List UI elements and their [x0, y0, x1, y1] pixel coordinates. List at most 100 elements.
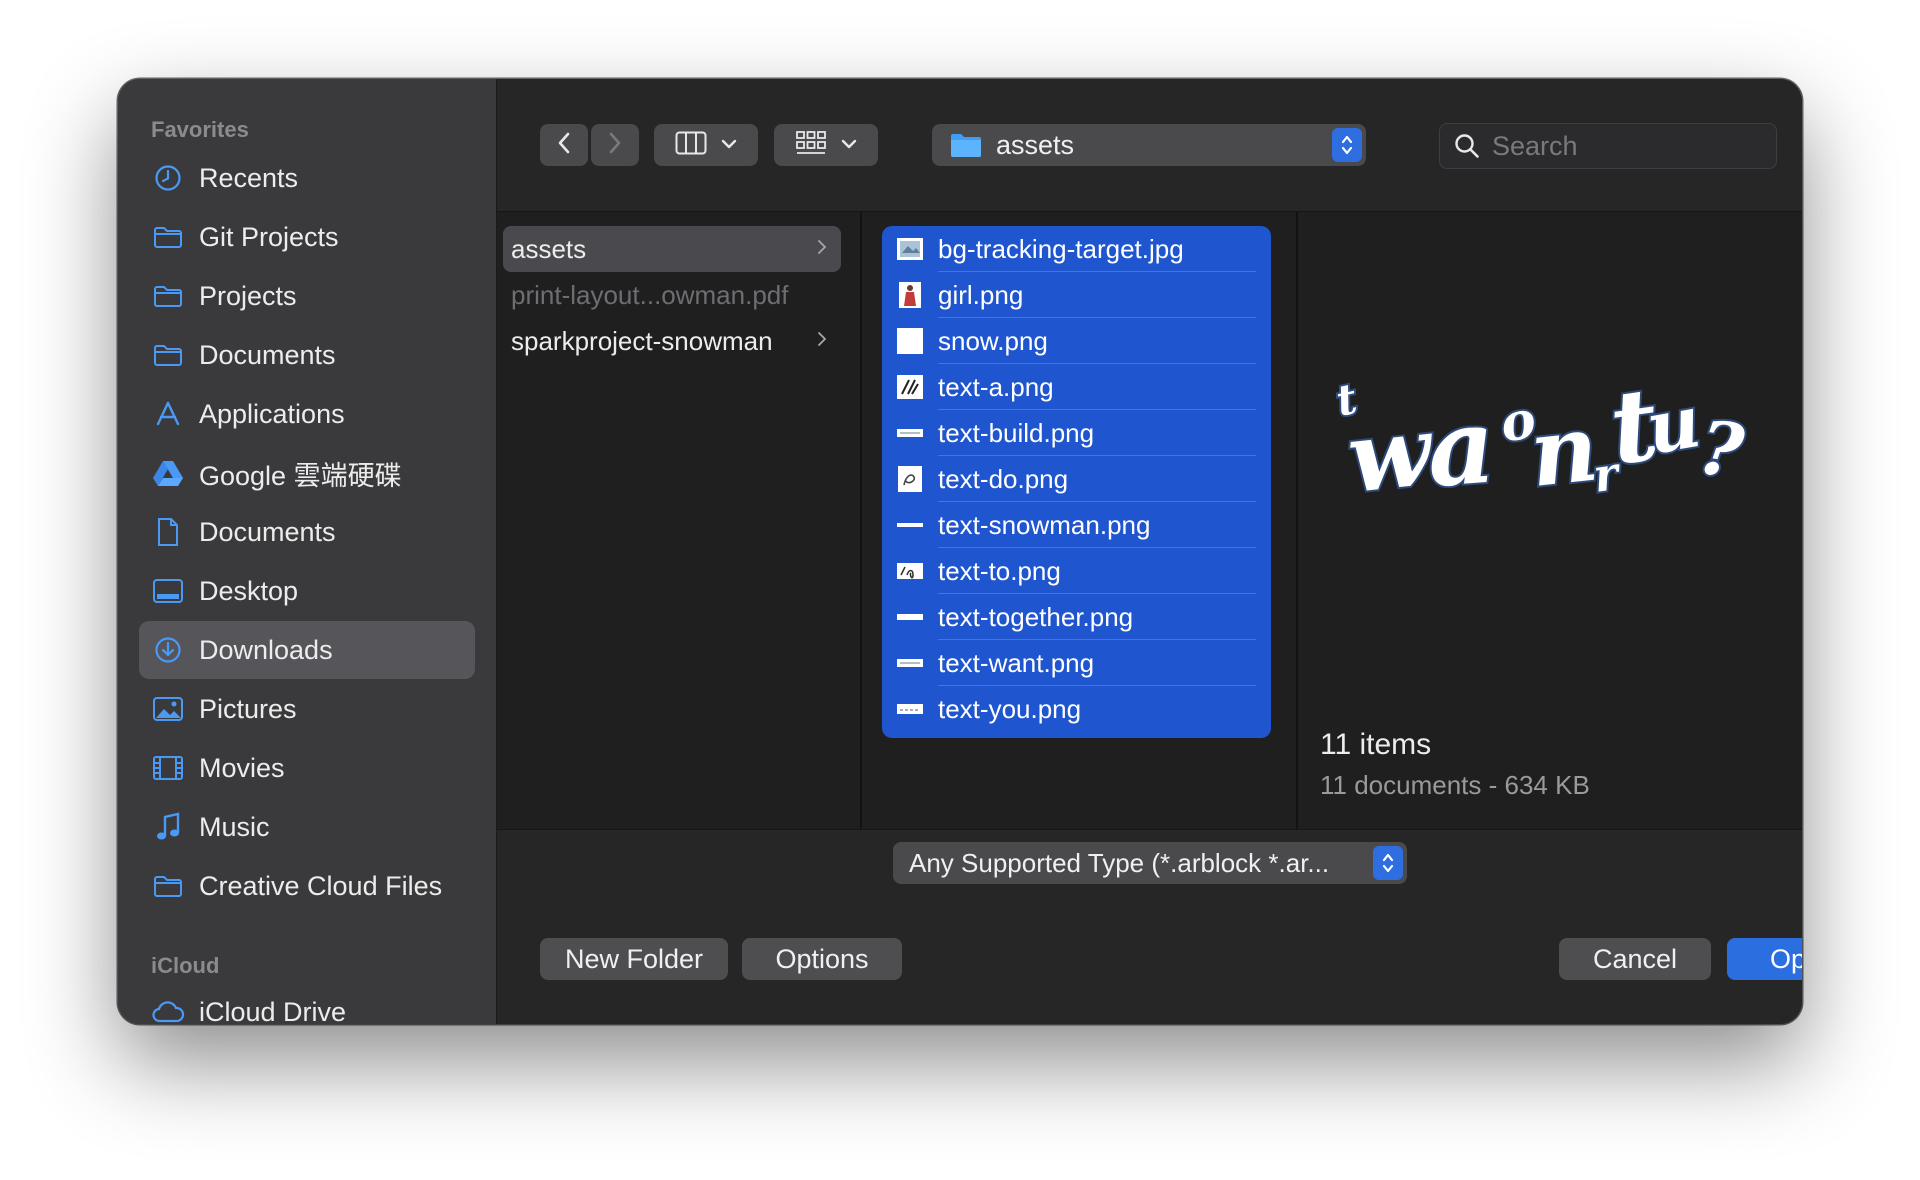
- column-item-assets[interactable]: assets: [503, 226, 841, 272]
- sidebar-item-label: Music: [199, 811, 270, 842]
- folder-icon: [151, 279, 185, 313]
- sidebar-item-label: Creative Cloud Files: [199, 870, 443, 901]
- file-row[interactable]: girl.png: [894, 272, 1260, 318]
- grid-icon: [795, 130, 827, 161]
- file-row[interactable]: text-do.png: [894, 456, 1260, 502]
- sidebar: Favorites Recents Git Projects Projects …: [118, 79, 497, 1024]
- document-icon: [151, 515, 185, 549]
- folder-icon: [151, 220, 185, 254]
- file-row[interactable]: text-want.png: [894, 640, 1260, 686]
- options-button[interactable]: Options: [742, 938, 902, 980]
- sidebar-item-label: Recents: [199, 162, 299, 193]
- search-icon: [1454, 133, 1480, 159]
- file-row[interactable]: text-you.png: [894, 686, 1260, 732]
- preview-image: t w a o n r t u ?: [1334, 362, 1751, 514]
- image-thumbnail-icon: [896, 235, 924, 263]
- google-drive-icon: [151, 456, 185, 490]
- sidebar-item-documents-file[interactable]: Documents: [139, 503, 475, 561]
- column-item-sparkproject-snowman[interactable]: sparkproject-snowman: [503, 318, 841, 364]
- file-browser: assets print-layout...owman.pdf sparkpro…: [497, 212, 1802, 829]
- sidebar-item-music[interactable]: Music: [139, 798, 475, 856]
- svg-text:a: a: [1423, 384, 1499, 511]
- column-item-label: print-layout...owman.pdf: [511, 279, 789, 310]
- new-folder-button[interactable]: New Folder: [540, 938, 728, 980]
- column-item-label: assets: [511, 233, 587, 264]
- sidebar-item-desktop[interactable]: Desktop: [139, 562, 475, 620]
- sidebar-item-google-drive[interactable]: Google 雲端硬碟: [139, 444, 475, 502]
- file-type-label: Any Supported Type (*.arblock *.ar...: [909, 847, 1330, 878]
- file-label: text-build.png: [938, 417, 1095, 448]
- path-popup[interactable]: assets: [932, 124, 1366, 166]
- folder-icon: [151, 338, 185, 372]
- preview-item-count: 11 items: [1320, 728, 1432, 761]
- sidebar-item-label: Applications: [199, 398, 345, 429]
- sidebar-item-downloads[interactable]: Downloads: [139, 621, 475, 679]
- column-files: bg-tracking-target.jpg girl.png snow.png: [862, 212, 1298, 829]
- sidebar-item-pictures[interactable]: Pictures: [139, 680, 475, 738]
- sidebar-item-label: Documents: [199, 339, 336, 370]
- cloud-icon: [151, 995, 185, 1024]
- sidebar-section-icloud: iCloud: [151, 953, 220, 978]
- sidebar-item-icloud-drive[interactable]: iCloud Drive: [139, 983, 475, 1024]
- sidebar-item-creative-cloud-files[interactable]: Creative Cloud Files: [139, 857, 475, 915]
- image-thumbnail-icon: [896, 465, 924, 493]
- bottom-bar: New Folder Options Cancel Open: [497, 900, 1802, 1024]
- sidebar-item-projects[interactable]: Projects: [139, 267, 475, 325]
- sidebar-item-documents[interactable]: Documents: [139, 326, 475, 384]
- sidebar-section-favorites: Favorites: [151, 117, 249, 142]
- image-thumbnail-icon: [896, 603, 924, 631]
- image-thumbnail-icon: [896, 373, 924, 401]
- column-item-label: sparkproject-snowman: [511, 325, 773, 356]
- sidebar-item-applications[interactable]: Applications: [139, 385, 475, 443]
- view-mode-button[interactable]: [654, 124, 758, 166]
- file-label: text-snowman.png: [938, 509, 1151, 540]
- clock-icon: [151, 161, 185, 195]
- file-label: text-to.png: [938, 555, 1061, 586]
- file-row[interactable]: text-snowman.png: [894, 502, 1260, 548]
- file-label: girl.png: [938, 279, 1024, 310]
- file-type-popup[interactable]: Any Supported Type (*.arblock *.ar...: [893, 842, 1407, 884]
- group-by-button[interactable]: [774, 124, 878, 166]
- preview-pane: t w a o n r t u ? 11 items 11 documents …: [1298, 212, 1802, 829]
- sidebar-item-label: Documents: [199, 516, 336, 547]
- file-row[interactable]: text-build.png: [894, 410, 1260, 456]
- preview-detail: 11 documents - 634 KB: [1320, 770, 1590, 800]
- column-item-print-layout-pdf[interactable]: print-layout...owman.pdf: [503, 272, 841, 318]
- sidebar-item-label: Movies: [199, 752, 285, 783]
- file-label: text-want.png: [938, 647, 1095, 678]
- back-button[interactable]: [540, 124, 588, 166]
- sidebar-item-movies[interactable]: Movies: [139, 739, 475, 797]
- toolbar: assets: [497, 79, 1802, 212]
- sidebar-item-label: iCloud Drive: [199, 996, 347, 1025]
- cancel-button[interactable]: Cancel: [1559, 938, 1711, 980]
- file-row[interactable]: text-together.png: [894, 594, 1260, 640]
- sidebar-item-recents[interactable]: Recents: [139, 149, 475, 207]
- file-row[interactable]: text-a.png: [894, 364, 1260, 410]
- file-label: text-you.png: [938, 693, 1082, 724]
- sidebar-item-git-projects[interactable]: Git Projects: [139, 208, 475, 266]
- file-row[interactable]: bg-tracking-target.jpg: [894, 226, 1260, 272]
- open-button[interactable]: Open: [1727, 938, 1802, 980]
- column-parent: assets print-layout...owman.pdf sparkpro…: [497, 212, 862, 829]
- forward-button[interactable]: [591, 124, 639, 166]
- image-thumbnail-icon: [896, 649, 924, 677]
- chevron-down-icon: [721, 136, 737, 154]
- selection-highlight: bg-tracking-target.jpg girl.png snow.png: [882, 226, 1271, 738]
- path-label: assets: [996, 129, 1075, 160]
- image-thumbnail-icon: [896, 419, 924, 447]
- columns-view-icon: [675, 131, 707, 160]
- svg-text:?: ?: [1693, 405, 1749, 496]
- search-field[interactable]: [1439, 123, 1777, 169]
- image-thumbnail-icon: [896, 557, 924, 585]
- sidebar-item-label: Pictures: [199, 693, 297, 724]
- folder-icon: [950, 132, 982, 158]
- search-input[interactable]: [1490, 129, 1754, 163]
- download-icon: [151, 633, 185, 667]
- music-note-icon: [151, 810, 185, 844]
- applications-icon: [151, 397, 185, 431]
- image-thumbnail-icon: [896, 695, 924, 723]
- file-label: text-together.png: [938, 601, 1134, 632]
- file-row[interactable]: text-to.png: [894, 548, 1260, 594]
- file-row[interactable]: snow.png: [894, 318, 1260, 364]
- chevron-right-icon: [817, 238, 827, 261]
